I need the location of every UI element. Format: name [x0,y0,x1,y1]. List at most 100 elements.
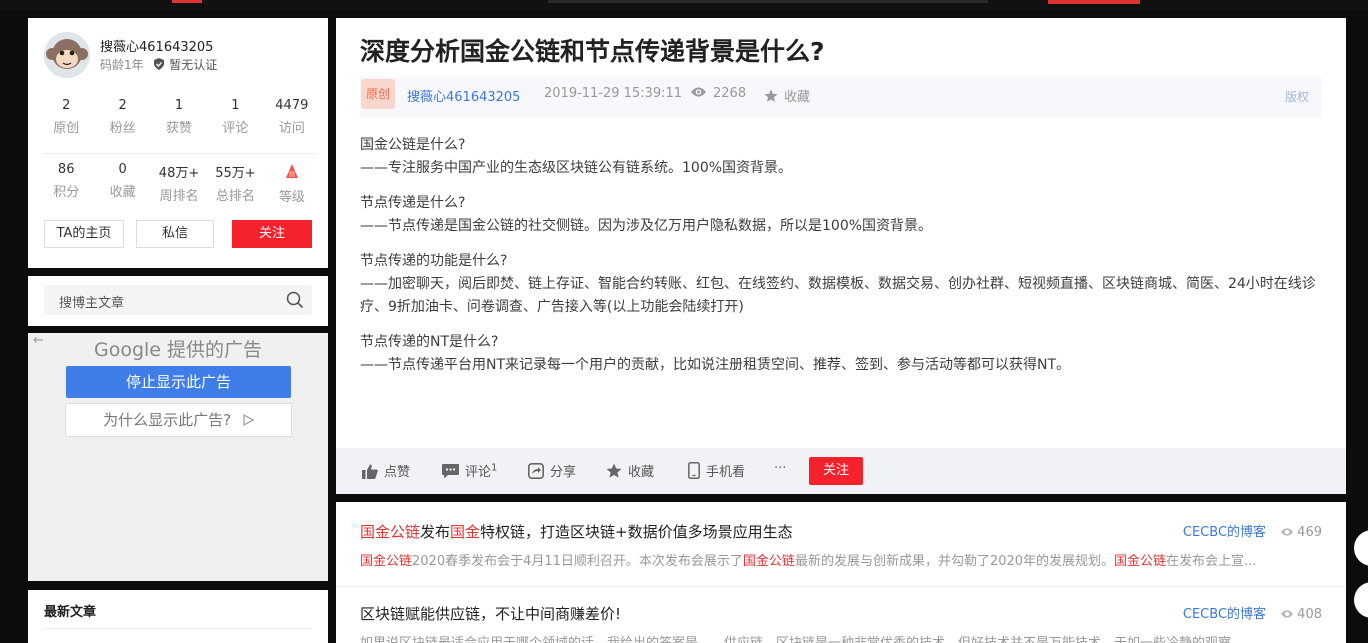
title-text: 发布 [420,523,451,541]
stat-total-rank: 55万+ 总排名 [207,162,263,205]
more-icon[interactable]: ··· [774,461,786,476]
stat-value: 2 [62,98,71,113]
verify-status: 暂无认证 [153,58,217,72]
stat-original[interactable]: 2 原创 [38,98,94,136]
stat-fans[interactable]: 2 粉丝 [94,98,150,136]
share-label: 分享 [550,465,577,480]
nav-search-bar[interactable] [548,0,988,3]
original-badge: 原创 [361,79,395,109]
stat-favorites: 0 收藏 [94,162,150,205]
recent-articles-card: 最新文章 [28,590,328,643]
nav-active-indicator [172,0,202,3]
title-keyword-highlight: 国金 [450,523,481,541]
stat-points: 86 积分 [38,162,94,205]
stat-value: 2 [118,98,127,113]
share-icon [528,463,544,479]
summary-text: 在发布会上宣... [1166,554,1257,569]
why-ad-button[interactable]: 为什么显示此广告? [65,403,292,437]
recommendation-title[interactable]: 国金公链发布国金特权链，打造区块链+数据价值多场景应用生态 [360,521,1322,542]
avatar[interactable] [44,32,90,78]
title-text: 特权链，打造区块链+数据价值多场景应用生态 [480,523,793,541]
adchoices-icon [243,413,255,427]
stats-row-2: 86 积分 0 收藏 48万+ 周排名 55万+ 总排名 等级 [38,162,320,205]
stats-row-1: 2 原创 2 粉丝 1 获赞 1 评论 4479 访问 [38,98,320,136]
view-count-value: 469 [1297,525,1322,540]
favorite-button[interactable]: 收藏 [606,461,654,480]
author-username[interactable]: 搜薇心461643205 [100,36,213,55]
view-count: 469 [1280,525,1322,540]
blog-link[interactable]: CECBC的博客 [1183,525,1266,540]
follow-button[interactable]: 关注 [232,220,312,248]
stat-value: 1 [174,98,184,113]
eye-icon [1280,528,1294,536]
follow-button[interactable]: 关注 [809,457,863,485]
floating-help-button[interactable] [1354,530,1368,566]
list-item[interactable]: 国金公链发布国金特权链，打造区块链+数据价值多场景应用生态 国金公链2020春季… [360,521,1322,569]
comment-icon [442,464,459,479]
google-ad-card: ← Google 提供的广告 停止显示此广告 为什么显示此广告? [28,333,328,581]
copyright-link[interactable]: 版权 [1285,88,1309,105]
thumbs-up-icon [362,464,378,479]
mobile-view-button[interactable]: 手机看 [688,461,745,480]
paragraph-question: 国金公链是什么? [360,137,466,153]
nav-write-button[interactable] [1048,0,1140,4]
stat-label: 评论 [222,121,249,136]
comment-button[interactable]: 评论1 [442,461,497,480]
stat-label: 周排名 [159,189,199,204]
ad-provider-label: Google 提供的广告 [93,339,263,361]
paragraph-answer: ——节点传递平台用NT来记录每一个用户的贡献，比如说注册租赁空间、推荐、签到、参… [360,357,1071,373]
stats-divider [42,153,316,154]
paragraph-question: 节点传递的NT是什么? [360,334,499,350]
summary-text: 最新的发展与创新成果，并勾勒了2020年的发展规划。 [794,554,1115,569]
list-item[interactable]: 区块链赋能供应链，不让中间商赚差价! 如果说区块链最适合应用于哪个领域的话，我给… [360,603,1322,643]
summary-keyword-highlight: 国金公链 [360,554,413,569]
recent-articles-title: 最新文章 [44,605,97,620]
search-icon[interactable] [286,291,304,309]
stat-label: 等级 [278,190,305,205]
blog-search-card: 搜博主文章 [28,276,328,326]
stop-ad-button[interactable]: 停止显示此广告 [66,366,291,398]
article-views: 2268 [690,86,746,101]
like-button[interactable]: 点赞 [362,461,410,480]
stat-label: 积分 [53,185,80,200]
search-placeholder: 搜博主文章 [59,296,125,311]
summary-keyword-highlight: 国金公链 [742,554,795,569]
summary-keyword-highlight: 国金公链 [1114,554,1167,569]
title-keyword-highlight: 国金公链 [360,523,421,541]
search-input[interactable]: 搜博主文章 [44,285,312,315]
favorite-link[interactable]: 收藏 [764,86,810,105]
recommendation-divider [336,586,1346,587]
paragraph-answer: ——专注服务中国产业的生态级区块链公有链系统。100%国资背景。 [360,160,793,176]
homepage-button[interactable]: TA的主页 [44,220,124,248]
mobile-phone-icon [688,462,700,479]
message-button[interactable]: 私信 [136,220,214,248]
paragraph-answer: ——加密聊天，阅后即焚、链上存证、智能合约转账、红包、在线签约、数据模板、数据交… [360,276,1316,315]
summary-text: 2020春季发布会于4月11日顺利召开。本次发布会展示了 [412,554,743,569]
recommendation-summary: 国金公链2020春季发布会于4月11日顺利召开。本次发布会展示了国金公链最新的发… [360,550,1312,569]
title-text: 区块链赋能供应链，不让中间商赚差价! [360,605,622,623]
stat-visits: 4479 访问 [264,98,320,136]
recommendation-meta: CECBC的博客 408 [1183,603,1322,622]
stat-level[interactable]: 等级 [264,162,320,205]
like-label: 点赞 [384,465,411,480]
top-navbar [0,0,1368,10]
stat-value: 55万+ [215,166,256,181]
article-author[interactable]: 搜薇心461643205 [407,86,520,105]
summary-text: 如果说区块链最适合应用于哪个领域的话，我给出的答案是——供应链。区块链是一种非常… [360,636,1243,643]
stat-comments: 1 评论 [207,98,263,136]
floating-top-button[interactable] [1354,582,1368,618]
recommendation-title[interactable]: 区块链赋能供应链，不让中间商赚差价! [360,603,1322,624]
share-button[interactable]: 分享 [528,461,576,480]
view-count-value: 408 [1297,607,1322,622]
stat-value: 4479 [275,98,309,113]
shield-icon [154,58,165,70]
article-meta-bar: 原创 搜薇心461643205 2019-11-29 15:39:11 2268… [360,77,1322,117]
star-icon [606,463,622,478]
blog-link[interactable]: CECBC的博客 [1183,607,1266,622]
recommendation-meta: CECBC的博客 469 [1183,521,1322,540]
comment-count: 1 [491,462,498,474]
stat-label: 原创 [53,121,80,136]
stat-label: 总排名 [215,189,255,204]
stat-label: 粉丝 [109,121,136,136]
favorite-label: 收藏 [628,465,655,480]
